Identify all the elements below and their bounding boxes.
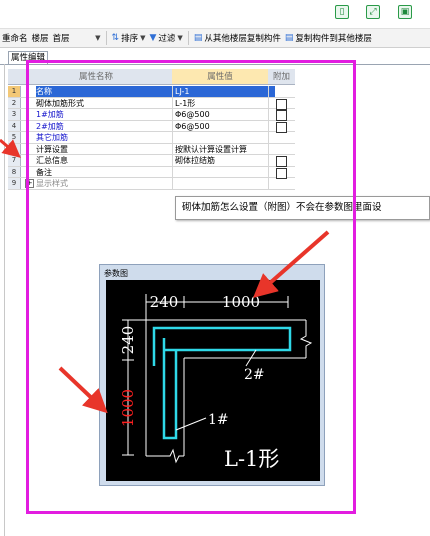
annotation-arrows xyxy=(0,138,330,414)
arrow-to-dimension xyxy=(252,230,330,298)
arrow-to-left-dimension xyxy=(58,366,108,414)
arrow-left-top xyxy=(0,138,21,158)
